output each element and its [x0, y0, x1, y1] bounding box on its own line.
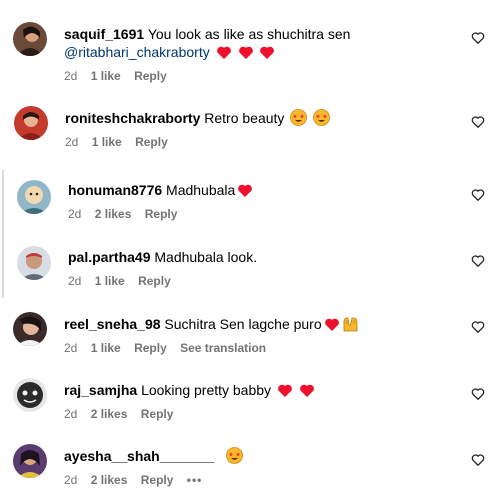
mention-link[interactable]: @ritabhari_chakraborty — [64, 44, 210, 60]
like-heart-icon[interactable] — [471, 115, 485, 129]
comment-username[interactable]: ayesha__shah_______ — [64, 448, 214, 464]
red-heart-icon — [259, 45, 275, 60]
like-heart-icon[interactable] — [471, 387, 485, 401]
comment-username[interactable]: roniteshchakraborty — [65, 110, 200, 126]
comment-username[interactable]: honuman8776 — [68, 182, 162, 198]
comment-text: Madhubala look. — [154, 249, 258, 265]
like-count[interactable]: 2 likes — [91, 473, 128, 487]
star-struck-emoji-icon — [226, 447, 244, 464]
comment-text: You look as like as shuchitra sen — [147, 26, 351, 42]
comment-time: 2d — [68, 274, 82, 288]
avatar[interactable] — [13, 444, 47, 478]
comment-text: Madhubala — [166, 182, 236, 198]
like-heart-icon[interactable] — [471, 320, 485, 334]
like-count[interactable]: 2 likes — [91, 407, 128, 421]
red-heart-icon — [237, 183, 253, 198]
like-count[interactable]: 1 like — [95, 274, 125, 288]
like-heart-icon[interactable] — [471, 254, 485, 268]
like-count[interactable]: 2 likes — [95, 207, 132, 221]
comment-text: Retro beauty — [204, 110, 285, 126]
more-options-button[interactable]: ••• — [187, 473, 203, 487]
reply-thread-line — [2, 170, 4, 298]
like-heart-icon[interactable] — [471, 31, 485, 45]
like-count[interactable]: 1 like — [91, 341, 121, 355]
comment-time: 2d — [64, 473, 78, 487]
reply-button[interactable]: Reply — [145, 207, 178, 221]
comment-time: 2d — [64, 341, 78, 355]
see-translation-button[interactable]: See translation — [180, 341, 266, 355]
avatar[interactable] — [13, 22, 47, 56]
comment-username[interactable]: pal.partha49 — [68, 249, 150, 265]
red-heart-icon — [277, 383, 293, 398]
comment-time: 2d — [65, 135, 79, 149]
like-heart-icon[interactable] — [471, 453, 485, 467]
comment-text: Looking pretty babby — [141, 382, 272, 398]
comment-time: 2d — [64, 69, 78, 83]
comment-text: Suchitra Sen lagche puro — [164, 316, 322, 332]
red-heart-icon — [216, 45, 232, 60]
star-struck-emoji-icon — [290, 109, 308, 126]
reply-button[interactable]: Reply — [141, 473, 174, 487]
red-heart-icon — [238, 45, 254, 60]
reply-button[interactable]: Reply — [135, 135, 168, 149]
reply-button[interactable]: Reply — [134, 341, 167, 355]
red-heart-icon — [299, 383, 315, 398]
avatar[interactable] — [13, 312, 47, 346]
like-count[interactable]: 1 like — [91, 69, 121, 83]
avatar[interactable] — [14, 106, 48, 140]
avatar[interactable] — [13, 378, 47, 412]
reply-button[interactable]: Reply — [134, 69, 167, 83]
avatar[interactable] — [17, 180, 51, 214]
reply-button[interactable]: Reply — [138, 274, 171, 288]
like-count[interactable]: 1 like — [92, 135, 122, 149]
comment-time: 2d — [68, 207, 82, 221]
raising-hands-emoji-icon — [342, 315, 359, 332]
like-heart-icon[interactable] — [471, 188, 485, 202]
comment-username[interactable]: saquif_1691 — [64, 26, 144, 42]
comment-time: 2d — [64, 407, 78, 421]
avatar[interactable] — [17, 246, 51, 280]
comment-username[interactable]: reel_sneha_98 — [64, 316, 161, 332]
comment-username[interactable]: raj_samjha — [64, 382, 137, 398]
star-struck-emoji-icon — [313, 109, 331, 126]
reply-button[interactable]: Reply — [141, 407, 174, 421]
red-heart-icon — [324, 317, 340, 332]
